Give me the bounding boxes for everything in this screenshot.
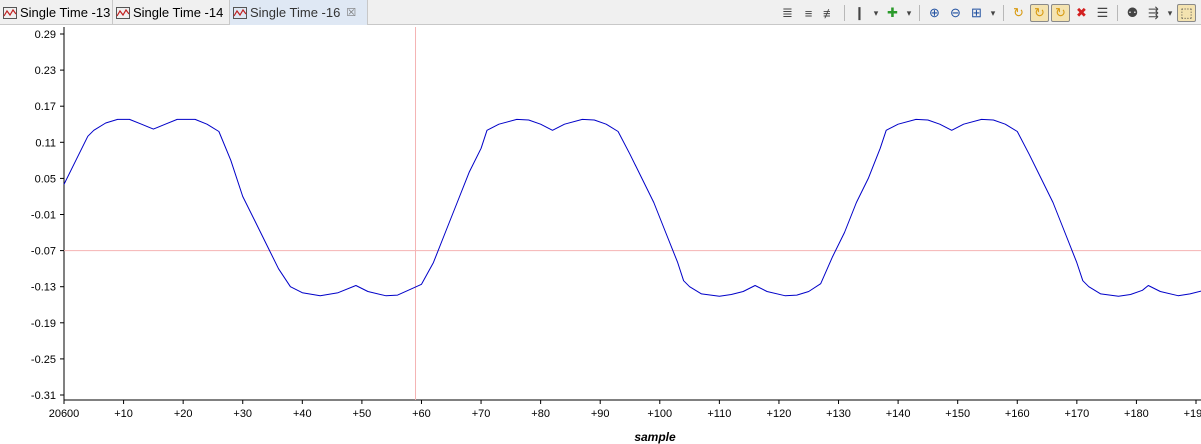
x-tick-label: +110 — [707, 408, 731, 420]
x-tick-label: +70 — [472, 408, 491, 420]
y-axis: 0.29 0.23 0.17 0.11 0.05 -0.01 -0.07 -0.13 -0.19… — [31, 27, 65, 402]
time-series-chart: 0.29 0.23 0.17 0.11 0.05 -0.01 -0.07 -0.13 -0.19… — [31, 27, 1201, 444]
tab-3[interactable]: Single Time -16 ☒ — [230, 0, 368, 25]
add-icon[interactable]: ✚ — [883, 4, 902, 22]
y-tick-label: -0.01 — [31, 210, 56, 222]
tab-label: Single Time -13 — [20, 5, 111, 20]
waveform-icon — [3, 6, 17, 19]
y-tick-label: 0.05 — [35, 173, 56, 185]
y-tick-label: -0.19 — [31, 318, 56, 330]
x-tick-label: 20600 — [49, 408, 80, 420]
cursor-crosshair[interactable] — [64, 27, 1201, 400]
x-axis: 20600 +10 +20 +30 +40 +50 +60 +70 +80 +90 +100 +110… — [49, 399, 1201, 420]
editor-tab-bar: Single Time -13 Single Time -14 Single Tim… — [0, 0, 1201, 25]
y-tick-label: 0.29 — [35, 29, 56, 41]
y-tick-label: -0.31 — [31, 390, 56, 402]
toolbar-separator — [844, 5, 845, 21]
x-tick-label: +30 — [233, 408, 252, 420]
refresh-icon[interactable]: ↻ — [1009, 4, 1028, 22]
x-tick-label: +100 — [647, 408, 672, 420]
align-center-icon[interactable]: ≡ — [799, 4, 818, 22]
series-line-1 — [63, 118, 1201, 297]
y-tick-label: -0.13 — [31, 282, 56, 294]
auto-refresh-icon[interactable]: ↻ — [1030, 4, 1049, 22]
y-tick-label: -0.25 — [31, 354, 56, 366]
align-right-icon[interactable]: ≢ — [820, 4, 839, 22]
properties-icon[interactable]: ☰ — [1093, 4, 1112, 22]
x-tick-label: +60 — [412, 408, 431, 420]
x-tick-label: +50 — [353, 408, 372, 420]
zoom-out-icon[interactable]: ⊖ — [946, 4, 965, 22]
zoom-in-icon[interactable]: ⊕ — [925, 4, 944, 22]
x-tick-label: +180 — [1124, 408, 1149, 420]
x-tick-label: +120 — [767, 408, 792, 420]
x-tick-label: +20 — [174, 408, 193, 420]
x-tick-label: +80 — [531, 408, 550, 420]
x-tick-label: +40 — [293, 408, 312, 420]
tab-label: Single Time -14 — [133, 5, 224, 20]
chart-toolbar: ≣ ≡ ≢ ❙ ▾ ✚ ▾ ⊕ ⊖ ⊞ ▾ ↻ ↻ ↻ ✖ ☰ ⚉ ⇶ ▾ ⬚ — [777, 3, 1197, 23]
toolbar-separator — [1117, 5, 1118, 21]
toolbar-separator — [919, 5, 920, 21]
zoom-fit-icon[interactable]: ⊞ — [967, 4, 986, 22]
marker-icon[interactable]: ❙ — [850, 4, 869, 22]
x-tick-label: +10 — [114, 408, 133, 420]
export-icon[interactable]: ⇶ — [1144, 4, 1163, 22]
y-tick-label: 0.17 — [35, 101, 56, 113]
x-tick-label: +190 — [1184, 408, 1201, 420]
x-tick-label: +160 — [1005, 408, 1030, 420]
x-tick-label: +130 — [826, 408, 851, 420]
waveform-icon — [233, 6, 247, 19]
x-tick-label: +150 — [945, 408, 970, 420]
y-tick-label: 0.11 — [35, 137, 56, 149]
waveform-icon — [116, 6, 130, 19]
y-tick-label: -0.07 — [31, 246, 56, 258]
zoom-dropdown-icon[interactable]: ▾ — [988, 4, 998, 22]
x-tick-label: +170 — [1064, 408, 1089, 420]
add-dropdown-icon[interactable]: ▾ — [904, 4, 914, 22]
lock-icon[interactable]: ⬚ — [1177, 4, 1196, 22]
plot-traces — [63, 118, 1201, 297]
close-tab-icon[interactable]: ☒ — [346, 6, 356, 19]
x-tick-label: +90 — [591, 408, 610, 420]
find-icon[interactable]: ⚉ — [1123, 4, 1142, 22]
y-tick-label: 0.23 — [35, 65, 56, 77]
x-axis-label: sample — [634, 430, 676, 444]
x-tick-label: +140 — [886, 408, 911, 420]
tab-2[interactable]: Single Time -14 — [113, 0, 230, 25]
align-left-icon[interactable]: ≣ — [778, 4, 797, 22]
delete-icon[interactable]: ✖ — [1072, 4, 1091, 22]
tab-label: Single Time -16 — [250, 5, 341, 20]
continuous-refresh-icon[interactable]: ↻ — [1051, 4, 1070, 22]
tab-1[interactable]: Single Time -13 — [0, 0, 113, 25]
toolbar-separator — [1003, 5, 1004, 21]
export-dropdown-icon[interactable]: ▾ — [1165, 4, 1175, 22]
marker-dropdown-icon[interactable]: ▾ — [871, 4, 881, 22]
